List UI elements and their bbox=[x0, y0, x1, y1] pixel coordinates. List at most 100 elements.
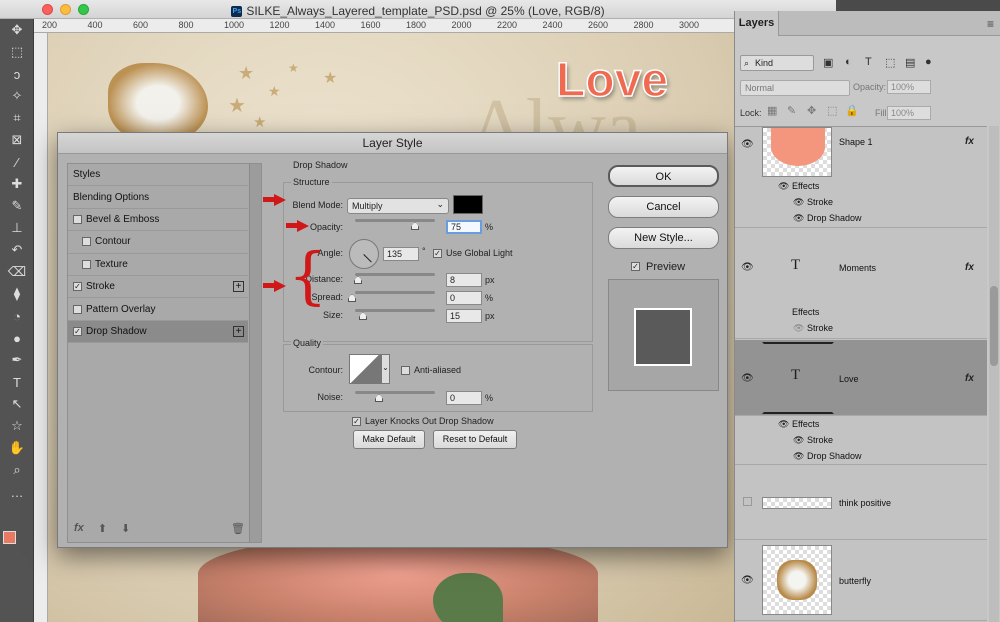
shape-filter-icon[interactable]: ⬚ bbox=[885, 56, 895, 69]
layer-name[interactable]: Love bbox=[839, 374, 859, 384]
lasso-icon[interactable]: ↄ bbox=[0, 63, 34, 85]
trash-icon[interactable]: 🗑 bbox=[231, 522, 245, 535]
tab-layers[interactable]: Layers bbox=[735, 11, 779, 36]
more-icon[interactable]: … bbox=[0, 481, 34, 503]
contour-preview[interactable] bbox=[349, 354, 381, 384]
layer-name[interactable]: butterfly bbox=[839, 576, 871, 586]
lock-all-icon[interactable]: 🔒 bbox=[845, 104, 859, 117]
lock-brush-icon[interactable]: ✎ bbox=[787, 104, 796, 117]
drop-shadow-eye-icon[interactable]: 👁 bbox=[793, 451, 804, 462]
styles-scrollbar[interactable] bbox=[249, 164, 261, 542]
frame-icon[interactable]: ⊠ bbox=[0, 129, 34, 151]
spread-slider[interactable] bbox=[355, 291, 435, 294]
eraser-icon[interactable]: ⌫ bbox=[0, 261, 34, 283]
layer-fx-icon[interactable]: fx bbox=[965, 136, 974, 147]
magic-wand-icon[interactable]: ✧ bbox=[0, 85, 34, 107]
foreground-color-swatch[interactable] bbox=[3, 531, 16, 544]
move-up-icon[interactable]: ⬆ bbox=[98, 522, 107, 535]
marquee-icon[interactable]: ⬚ bbox=[0, 41, 34, 63]
adjustment-filter-icon[interactable]: ◐ bbox=[845, 56, 852, 68]
zoom-window-button[interactable] bbox=[78, 4, 89, 15]
ok-button[interactable]: OK bbox=[608, 165, 719, 187]
use-global-light-checkbox[interactable]: ✓ bbox=[433, 249, 442, 258]
style-checkbox[interactable] bbox=[73, 304, 82, 314]
crop-icon[interactable]: ⌗ bbox=[0, 107, 34, 129]
fill-input[interactable]: 100% bbox=[887, 106, 931, 120]
distance-input[interactable]: 8 bbox=[446, 273, 482, 287]
make-default-button[interactable]: Make Default bbox=[353, 430, 425, 449]
layer-name[interactable]: Shape 1 bbox=[839, 137, 873, 147]
stroke-eye-icon[interactable]: 👁 bbox=[793, 435, 804, 446]
dodge-icon[interactable]: ● bbox=[0, 327, 34, 349]
brush-icon[interactable]: ✎ bbox=[0, 195, 34, 217]
angle-dial[interactable] bbox=[349, 239, 379, 269]
move-down-icon[interactable]: ⬇ bbox=[121, 522, 130, 535]
stamp-icon[interactable]: ⊥ bbox=[0, 217, 34, 239]
minimize-window-button[interactable] bbox=[60, 4, 71, 15]
anti-aliased-checkbox[interactable] bbox=[401, 366, 410, 375]
stroke-effect[interactable]: Stroke bbox=[807, 197, 833, 207]
lock-position-icon[interactable]: ✥ bbox=[807, 104, 816, 117]
layer-row-shape-1[interactable]: 👁 Shape 1 fx 👁 Effects 👁 Stroke 👁 Drop S… bbox=[735, 127, 987, 228]
style-item-bevel-emboss[interactable]: Bevel & Emboss bbox=[68, 209, 248, 232]
lock-artboard-icon[interactable]: ⬚ bbox=[827, 104, 837, 117]
smart-object-filter-icon[interactable]: ▤ bbox=[905, 56, 915, 69]
layer-name[interactable]: think positive bbox=[839, 498, 891, 508]
drop-shadow-effect[interactable]: Drop Shadow bbox=[807, 213, 862, 223]
style-checkbox[interactable] bbox=[73, 214, 82, 224]
pen-icon[interactable]: ✒ bbox=[0, 349, 34, 371]
opacity-slider[interactable] bbox=[355, 219, 435, 222]
visibility-eye-icon[interactable]: 👁 bbox=[741, 262, 754, 273]
layer-row-think-positive[interactable]: think positive bbox=[735, 466, 987, 540]
style-item-styles[interactable]: Styles bbox=[68, 164, 248, 187]
style-item-pattern-overlay[interactable]: Pattern Overlay bbox=[68, 298, 248, 321]
layer-row-love[interactable]: 👁 T Love fx bbox=[735, 340, 987, 416]
opacity-input[interactable]: 75 bbox=[446, 220, 482, 234]
noise-input[interactable]: 0 bbox=[446, 391, 482, 405]
reset-to-default-button[interactable]: Reset to Default bbox=[433, 430, 517, 449]
preview-checkbox[interactable]: ✓ bbox=[631, 262, 640, 271]
layer-row-moments[interactable]: 👁 T Moments fx Effects 👁 Stroke bbox=[735, 229, 987, 339]
layer-fx-icon[interactable]: fx bbox=[965, 262, 974, 273]
shape-icon[interactable]: ☆ bbox=[0, 415, 34, 437]
lock-pixels-icon[interactable]: ▦ bbox=[767, 104, 777, 117]
noise-slider[interactable] bbox=[355, 391, 435, 394]
style-item-drop-shadow[interactable]: ✓ Drop Shadow + bbox=[68, 320, 248, 344]
drop-shadow-effect[interactable]: Drop Shadow bbox=[807, 451, 862, 461]
size-slider[interactable] bbox=[355, 309, 435, 312]
spread-input[interactable]: 0 bbox=[446, 291, 482, 305]
visibility-eye-icon[interactable]: 👁 bbox=[741, 139, 754, 150]
paint-bucket-icon[interactable]: ⧫ bbox=[0, 283, 34, 305]
size-input[interactable]: 15 bbox=[446, 309, 482, 323]
history-brush-icon[interactable]: ↶ bbox=[0, 239, 34, 261]
stroke-effect[interactable]: Stroke bbox=[807, 435, 833, 445]
layer-row-butterfly[interactable]: 👁 butterfly bbox=[735, 541, 987, 621]
visibility-eye-icon[interactable]: 👁 bbox=[741, 575, 754, 586]
style-item-contour[interactable]: Contour bbox=[68, 231, 248, 254]
effects-eye-icon[interactable]: 👁 bbox=[778, 419, 789, 430]
panel-menu-icon[interactable]: ≡ bbox=[987, 17, 994, 31]
drop-shadow-eye-icon[interactable]: 👁 bbox=[793, 213, 804, 224]
filter-kind-select[interactable]: ⌕ Kind bbox=[740, 55, 814, 71]
style-checkbox[interactable]: ✓ bbox=[73, 282, 82, 292]
healing-icon[interactable]: ✚ bbox=[0, 173, 34, 195]
distance-slider[interactable] bbox=[355, 273, 435, 276]
move-icon[interactable]: ✥ bbox=[0, 19, 34, 41]
path-select-icon[interactable]: ↖ bbox=[0, 393, 34, 415]
layers-scrollbar[interactable] bbox=[989, 126, 999, 622]
style-checkbox[interactable]: ✓ bbox=[73, 326, 82, 336]
filter-toggle-icon[interactable]: ● bbox=[925, 56, 932, 68]
stroke-effect[interactable]: Stroke bbox=[807, 323, 833, 333]
visibility-toggle[interactable] bbox=[743, 497, 752, 506]
blend-mode-select[interactable]: Multiply bbox=[347, 197, 449, 214]
stroke-eye-icon[interactable]: 👁 bbox=[793, 197, 804, 208]
add-effect-plus-icon[interactable]: + bbox=[233, 325, 244, 337]
type-icon[interactable]: T bbox=[0, 371, 34, 393]
eyedropper-icon[interactable]: ⁄ bbox=[0, 151, 34, 173]
layer-name[interactable]: Moments bbox=[839, 263, 876, 273]
shadow-color-swatch[interactable] bbox=[453, 195, 483, 214]
style-checkbox[interactable] bbox=[82, 259, 91, 269]
zoom-icon[interactable]: ⌕ bbox=[0, 459, 34, 481]
cancel-button[interactable]: Cancel bbox=[608, 196, 719, 218]
angle-input[interactable]: 135 bbox=[383, 247, 419, 261]
